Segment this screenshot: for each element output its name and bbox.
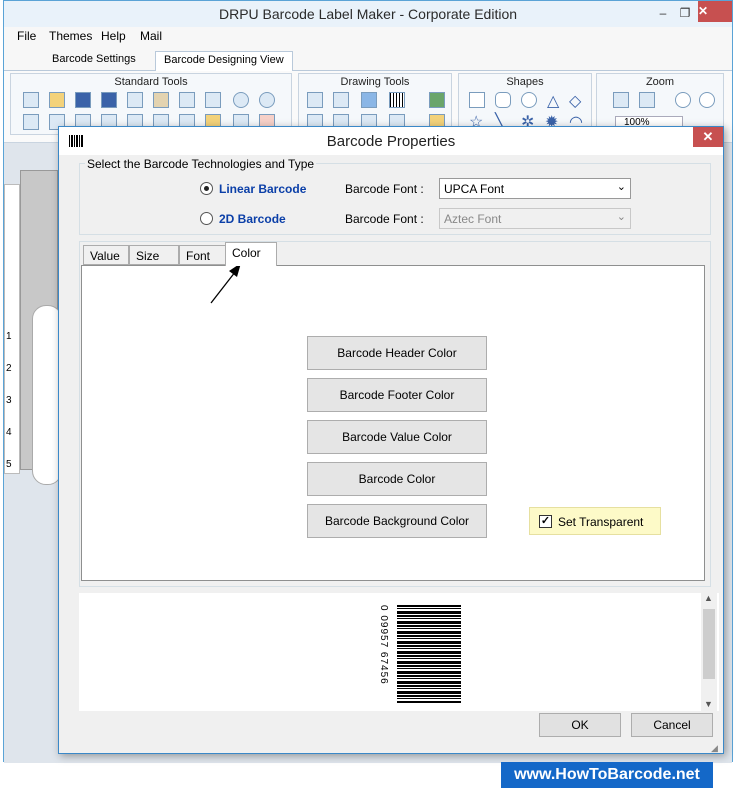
triangle-icon[interactable]: △ (547, 91, 559, 111)
delete-icon[interactable] (205, 92, 221, 108)
new-icon[interactable] (23, 92, 39, 108)
menu-mail[interactable]: Mail (140, 29, 162, 43)
ok-button[interactable]: OK (539, 713, 621, 737)
pencil-icon[interactable] (333, 92, 349, 108)
linear-barcode-radio[interactable] (200, 182, 213, 195)
barcode-value-color-button[interactable]: Barcode Value Color (307, 420, 487, 454)
ribbon-group-label: Drawing Tools (340, 76, 410, 88)
set-transparent-label[interactable]: Set Transparent (558, 515, 643, 529)
barcode-header-color-button[interactable]: Barcode Header Color (307, 336, 487, 370)
ribbon-group-label: Zoom (645, 76, 675, 88)
copy-icon[interactable] (127, 92, 143, 108)
fit-page-icon[interactable] (639, 92, 655, 108)
watermark-banner: www.HowToBarcode.net (501, 762, 713, 788)
ellipse-icon[interactable] (521, 92, 537, 108)
app-close-button[interactable]: ✕ (698, 1, 732, 22)
tab-barcode-settings[interactable]: Barcode Settings (44, 51, 144, 71)
dialog-close-button[interactable]: ✕ (693, 127, 723, 147)
resize-grip-icon[interactable]: ◢ (711, 743, 721, 753)
app-titlebar: DRPU Barcode Label Maker - Corporate Edi… (4, 1, 732, 27)
barcode-properties-dialog: Barcode Properties ✕ Select the Barcode … (58, 126, 724, 754)
actual-size-icon[interactable] (613, 92, 629, 108)
rounded-rectangle-icon[interactable] (495, 92, 511, 108)
set-transparent-checkbox[interactable]: ✓ (539, 515, 552, 528)
menu-help[interactable]: Help (101, 29, 126, 43)
barcode-footer-color-button[interactable]: Barcode Footer Color (307, 378, 487, 412)
ribbon-tabs: Barcode Settings Barcode Designing View (4, 47, 732, 71)
chevron-down-icon: ⌄ (616, 181, 626, 193)
ruler-number: 5 (6, 459, 12, 470)
tab-size[interactable]: Size (129, 245, 179, 265)
pointer-arrow-icon (210, 263, 241, 304)
tab-barcode-designing-view[interactable]: Barcode Designing View (155, 51, 293, 71)
app-title: DRPU Barcode Label Maker - Corporate Edi… (218, 6, 518, 22)
cancel-button[interactable]: Cancel (631, 713, 713, 737)
text-icon[interactable] (307, 92, 323, 108)
barcode-background-color-button[interactable]: Barcode Background Color (307, 504, 487, 538)
ruler-number: 4 (6, 427, 12, 438)
rectangle-icon[interactable] (469, 92, 485, 108)
scroll-up-icon[interactable]: ▲ (704, 593, 713, 603)
diamond-icon[interactable]: ◇ (569, 91, 581, 111)
radio-selected-dot (204, 186, 209, 191)
dialog-titlebar: Barcode Properties ✕ (59, 127, 723, 155)
linear-font-select[interactable]: UPCA Font ⌄ (439, 178, 631, 199)
save-icon[interactable] (75, 92, 91, 108)
undo-icon[interactable] (233, 92, 249, 108)
chevron-down-icon: ⌄ (616, 211, 626, 223)
menu-file[interactable]: File (17, 29, 36, 43)
picture-icon[interactable] (361, 92, 377, 108)
dialog-title: Barcode Properties (326, 133, 456, 150)
menu-themes[interactable]: Themes (49, 29, 92, 43)
linear-barcode-label[interactable]: Linear Barcode (219, 182, 306, 196)
open-icon[interactable] (49, 92, 65, 108)
2d-barcode-label[interactable]: 2D Barcode (219, 212, 286, 226)
tab-color[interactable]: Color (225, 242, 277, 266)
group-icon[interactable] (23, 114, 39, 130)
barcode-value-text: 0 09957 67456 (378, 605, 389, 685)
barcode-color-button[interactable]: Barcode Color (307, 462, 487, 496)
redo-icon[interactable] (259, 92, 275, 108)
tab-value[interactable]: Value (83, 245, 129, 265)
cut-icon[interactable] (179, 92, 195, 108)
save-as-icon[interactable] (101, 92, 117, 108)
2d-font-value: Aztec Font (444, 212, 502, 226)
linear-font-label: Barcode Font : (345, 182, 424, 196)
scroll-down-icon[interactable]: ▼ (704, 699, 713, 709)
scrollbar-thumb[interactable] (703, 609, 715, 679)
linear-font-value: UPCA Font (444, 182, 505, 196)
preview-scrollbar[interactable]: ▲ ▼ (701, 593, 717, 711)
ruler-number: 2 (6, 363, 12, 374)
ribbon-group-label: Standard Tools (114, 76, 188, 88)
barcode-bars (397, 605, 461, 703)
technology-legend: Select the Barcode Technologies and Type (85, 157, 317, 171)
ruler-number: 1 (6, 331, 12, 342)
2d-font-label: Barcode Font : (345, 212, 424, 226)
image-icon[interactable] (429, 92, 445, 108)
barcode-icon[interactable] (389, 92, 405, 108)
2d-barcode-radio[interactable] (200, 212, 213, 225)
menubar: File Themes Help Mail (4, 27, 732, 47)
vertical-ruler: 1 2 3 4 5 (4, 184, 20, 474)
set-transparent-option[interactable]: ✓ Set Transparent (529, 507, 661, 535)
paste-icon[interactable] (153, 92, 169, 108)
2d-font-select: Aztec Font ⌄ (439, 208, 631, 229)
ribbon-group-label: Shapes (506, 76, 544, 88)
maximize-button[interactable]: ❐ (672, 4, 698, 22)
zoom-out-icon[interactable] (699, 92, 715, 108)
barcode-preview: 0 09957 67456 (367, 599, 465, 707)
zoom-in-icon[interactable] (675, 92, 691, 108)
ruler-number: 3 (6, 395, 12, 406)
